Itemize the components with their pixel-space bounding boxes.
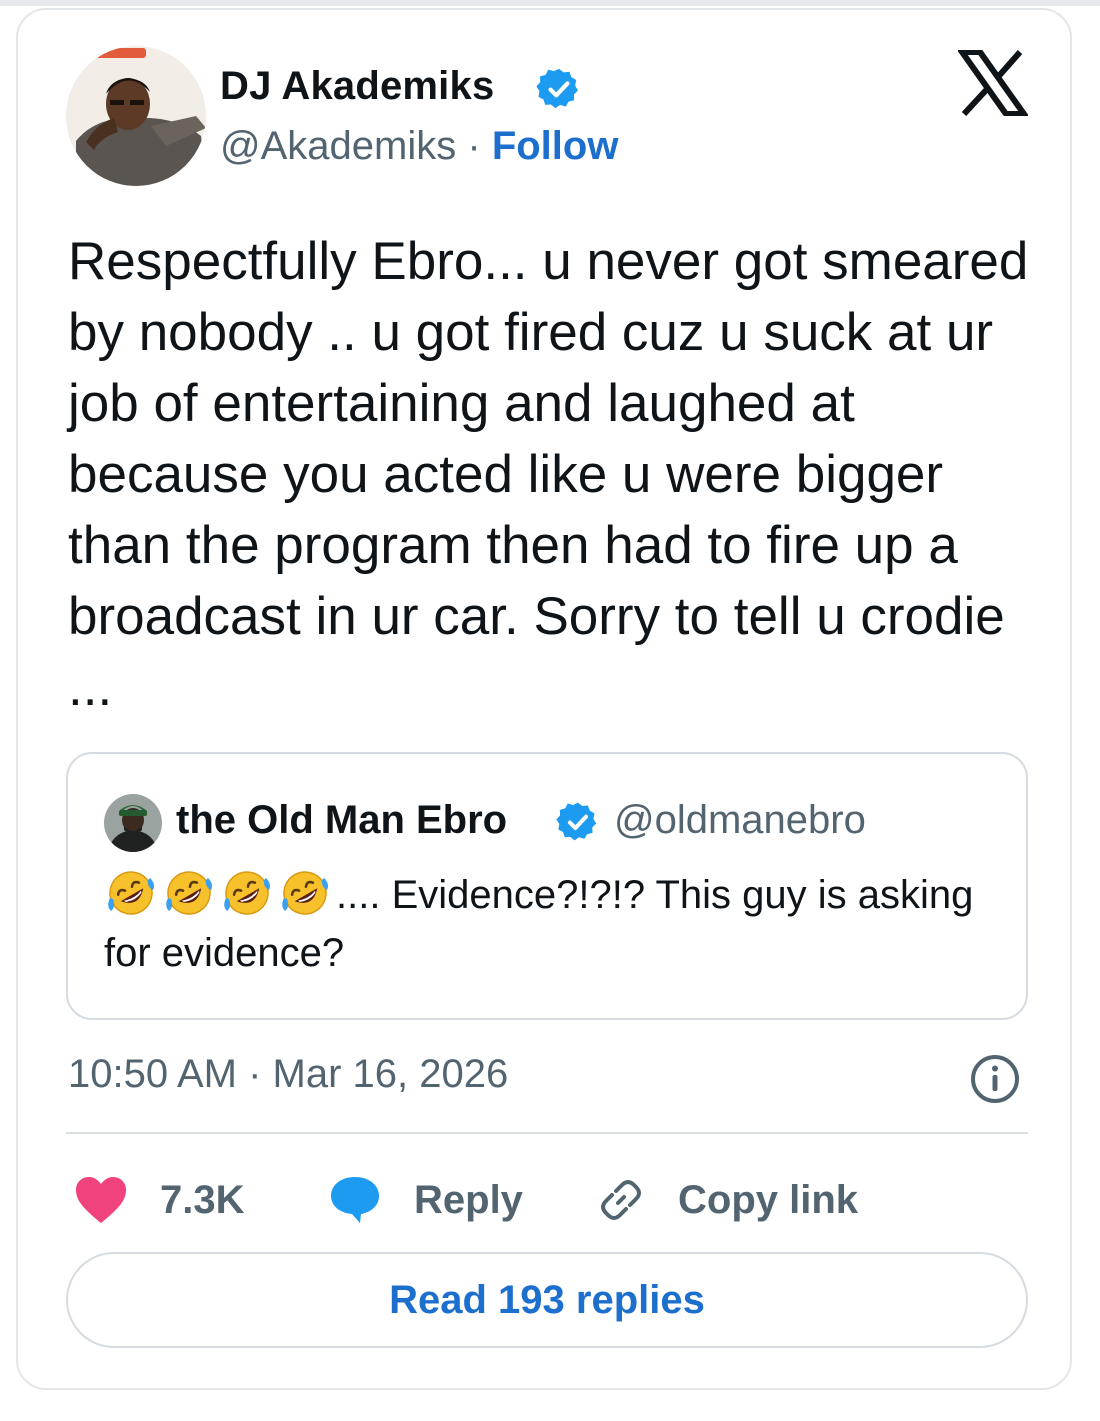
verified-badge-icon (536, 68, 578, 109)
rolling-laughing-emoji (166, 871, 212, 915)
info-icon[interactable] (968, 1052, 1022, 1106)
timestamp[interactable]: 10:50 AM · Mar 16, 2026 (68, 1052, 508, 1097)
tweet-text: Respectfully Ebro... u never got smeared… (68, 232, 1029, 717)
copy-link-label: Copy link (678, 1177, 859, 1222)
rolling-laughing-emoji (108, 871, 154, 915)
reply-button[interactable]: Reply (328, 1170, 523, 1230)
reply-label: Reply (414, 1177, 523, 1222)
author-handle[interactable]: @Akademiks (220, 124, 456, 168)
author-avatar[interactable] (66, 46, 206, 186)
rolling-laughing-emoji (224, 871, 270, 915)
reply-bubble-icon (331, 1177, 379, 1223)
emoji-row (104, 871, 336, 917)
heart-icon (76, 1177, 126, 1223)
follow-link[interactable]: Follow (492, 124, 619, 168)
quoted-text-block: .... Evidence?!?!? This guy is asking fo… (104, 866, 984, 982)
like-count: 7.3K (160, 1177, 245, 1222)
top-strip (0, 0, 1100, 6)
rolling-laughing-emoji (282, 871, 328, 915)
copy-link-button[interactable]: Copy link (594, 1170, 858, 1230)
handle-separator: · (467, 124, 481, 168)
quoted-author-name[interactable]: the Old Man Ebro (176, 798, 507, 843)
like-button[interactable]: 7.3K (74, 1170, 245, 1230)
divider (66, 1132, 1028, 1134)
verified-badge-icon (556, 802, 597, 841)
read-replies-button[interactable]: Read 193 replies (66, 1252, 1028, 1348)
link-icon (601, 1180, 641, 1220)
quoted-avatar[interactable] (104, 794, 162, 852)
x-logo-icon[interactable] (958, 50, 1028, 116)
handle-row: @Akademiks · Follow (220, 124, 618, 169)
quoted-tweet[interactable]: the Old Man Ebro @oldmanebro .... Eviden… (66, 752, 1028, 1020)
author-name[interactable]: DJ Akademiks (220, 64, 494, 109)
quoted-author-handle[interactable]: @oldmanebro (614, 798, 866, 843)
tweet-card: DJ Akademiks @Akademiks · Follow Respect… (16, 8, 1072, 1390)
